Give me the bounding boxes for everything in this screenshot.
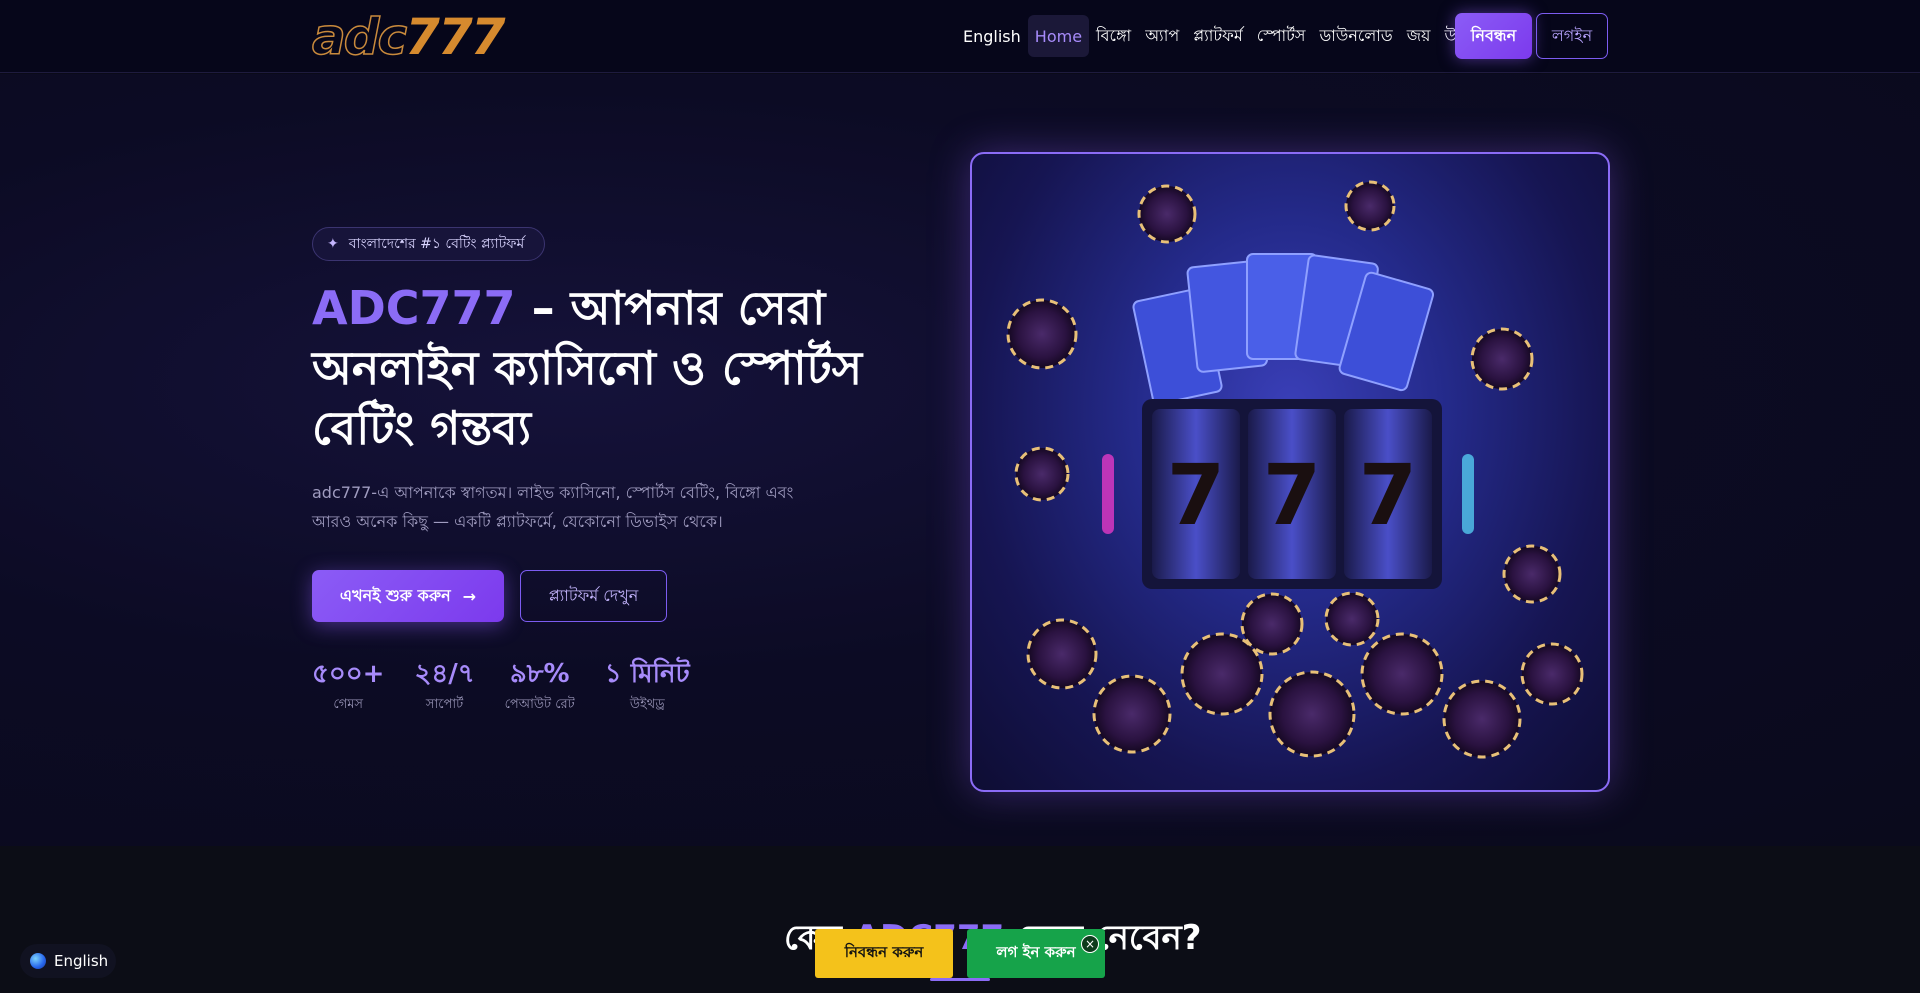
login-button[interactable]: লগইন	[1536, 13, 1608, 59]
stat-item: ৯৮% পেআউট রেট	[505, 657, 575, 716]
globe-icon	[30, 953, 46, 969]
hero-badge: ✦ বাংলাদেশের #১ বেটিং প্ল্যাটফর্ম	[312, 227, 545, 261]
register-button[interactable]: নিবন্ধন	[1455, 13, 1532, 59]
nav-link-home[interactable]: Home	[1027, 15, 1090, 57]
slot-machine-illustration: 7 7 7	[1006, 180, 1584, 759]
start-now-label: এখনই শুরু করুন	[339, 585, 451, 605]
nav-link-english[interactable]: English	[956, 15, 1028, 57]
language-label: English	[54, 952, 109, 970]
nav-link-bingo[interactable]: বিঙ্গো	[1089, 15, 1138, 57]
nav-link-app[interactable]: অ্যাপ	[1138, 15, 1186, 57]
stat-value: ৯৮%	[509, 659, 570, 689]
site-logo[interactable]: adc777	[311, 11, 505, 63]
stat-item: ৫০০+ গেমস	[312, 657, 384, 716]
logo-text-777: 777	[405, 8, 505, 66]
stat-label: গেমস	[333, 697, 364, 712]
nav-links: English Home বিঙ্গো অ্যাপ প্ল্যাটফর্ম স্…	[956, 15, 1494, 57]
svg-text:7: 7	[1359, 446, 1417, 544]
hero-title: ADC777 – আপনার সেরা অনলাইন ক্যাসিনো ও স্…	[312, 278, 872, 458]
svg-text:7: 7	[1167, 446, 1225, 544]
nav-link-platform[interactable]: প্ল্যাটফর্ম	[1186, 15, 1250, 57]
svg-text:7: 7	[1263, 446, 1321, 544]
stat-label: পেআউট রেট	[504, 697, 575, 712]
stat-item: ১ মিনিট উইথড্র	[605, 657, 690, 716]
slot-reels: 7 7 7	[1102, 399, 1474, 589]
sparkle-icon: ✦	[327, 236, 339, 252]
hero-title-brand: ADC777	[312, 281, 516, 335]
stat-value: ২৪/৭	[414, 659, 475, 689]
stat-item: ২৪/৭ সাপোর্ট	[414, 657, 474, 716]
view-platform-button[interactable]: প্ল্যাটফর্ম দেখুন	[520, 570, 667, 622]
top-nav: adc777 English Home বিঙ্গো অ্যাপ প্ল্যাট…	[0, 0, 1920, 73]
arrow-right-icon: →	[462, 586, 477, 606]
title-underline	[930, 978, 990, 981]
hero-casino-image: 7 7 7	[970, 152, 1610, 792]
stat-label: সাপোর্ট	[425, 697, 464, 712]
hero-stats: ৫০০+ গেমস ২৪/৭ সাপোর্ট ৯৮% পেআউট রেট ১ ম…	[312, 657, 690, 716]
hero-subtitle: adc777-এ আপনাকে স্বাগতম। লাইভ ক্যাসিনো, …	[312, 483, 794, 531]
hero-section	[0, 74, 1920, 846]
close-icon[interactable]: ×	[1081, 935, 1099, 953]
sticky-register-button[interactable]: নিবন্ধন করুন	[815, 929, 953, 978]
stat-value: ১ মিনিট	[604, 659, 690, 689]
nav-link-download[interactable]: ডাউনলোড	[1312, 15, 1399, 57]
playing-cards	[1132, 253, 1435, 405]
nav-link-win[interactable]: জয়	[1400, 15, 1438, 57]
language-switcher[interactable]: English	[20, 944, 116, 978]
stat-value: ৫০০+	[312, 659, 385, 689]
logo-text-adc: adc	[311, 8, 408, 66]
start-now-button[interactable]: এখনই শুরু করুন →	[312, 570, 504, 622]
hero-badge-label: বাংলাদেশের #১ বেটিং প্ল্যাটফর্ম	[348, 236, 525, 252]
nav-link-sports[interactable]: স্পোর্টস	[1250, 15, 1313, 57]
stat-label: উইথড্র	[629, 697, 665, 712]
